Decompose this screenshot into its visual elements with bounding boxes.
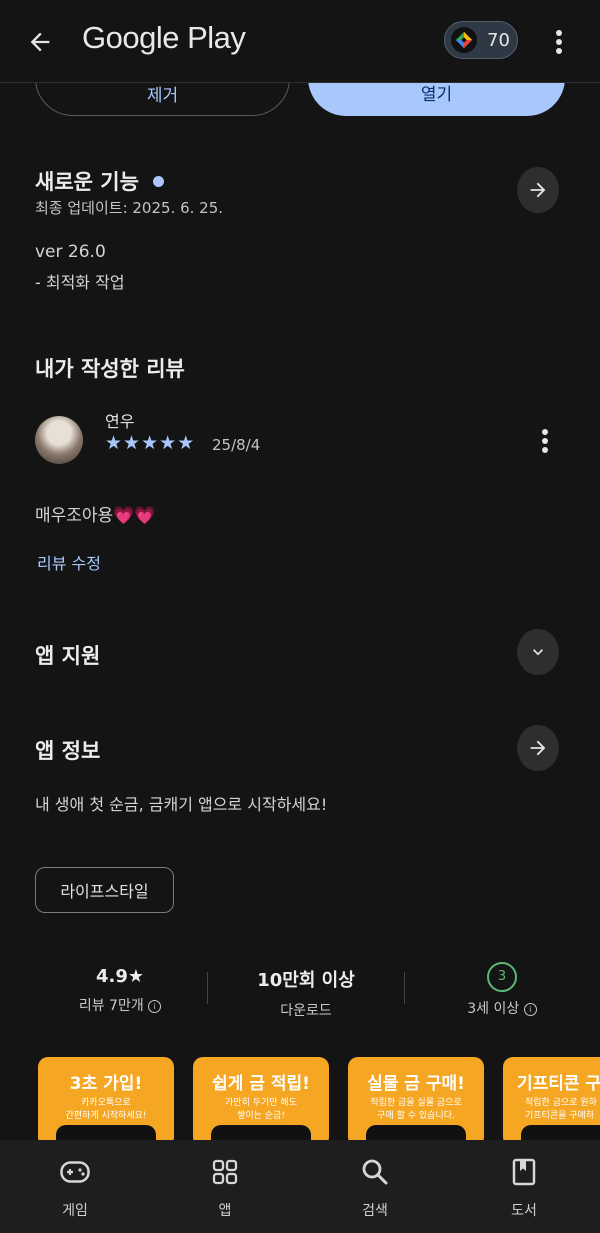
downloads-label: 다운로드	[280, 1003, 332, 1019]
review-count: 리뷰 7만개	[78, 998, 144, 1014]
rating-stat[interactable]: 4.9★ 리뷰 7만개 i	[40, 966, 200, 1015]
screenshot-card[interactable]: 실물 금 구매! 적립한 금을 실물 금으로 구매 할 수 있습니다.	[348, 1057, 484, 1147]
star-icon: ★	[159, 432, 177, 454]
rating-value: 4.9★	[95, 966, 145, 987]
apps-grid-icon	[185, 1152, 265, 1192]
version-text: ver 26.0	[35, 242, 106, 262]
gamepad-icon	[35, 1152, 115, 1192]
screenshot-title: 실물 금 구매!	[367, 1074, 465, 1094]
screenshot-title: 기프티콘 구	[517, 1074, 600, 1094]
nav-item-books[interactable]: 도서	[484, 1152, 564, 1220]
screenshot-title: 쉽게 금 적립!	[212, 1074, 310, 1094]
whats-new-title: 새로운 기능	[35, 170, 139, 194]
screenshot-card[interactable]: 3초 가입! 카카오톡으로 간편하게 시작하세요!	[38, 1057, 174, 1147]
book-icon	[484, 1152, 564, 1192]
age-label: 3세 이상	[467, 1001, 520, 1017]
app-support-expand-button[interactable]	[517, 629, 559, 675]
app-info-arrow-button[interactable]	[517, 725, 559, 771]
review-text: 매우조아용💗💗	[35, 506, 156, 526]
screenshot-card[interactable]: 쉽게 금 적립! 가만히 두기만 해도 쌓이는 순금!	[193, 1057, 329, 1147]
back-arrow-icon[interactable]	[20, 22, 60, 62]
nav-label-books: 도서	[511, 1203, 537, 1219]
app-description: 내 생애 첫 순금, 금캐기 앱으로 시작하세요!	[35, 795, 328, 814]
star-icon: ★	[123, 432, 141, 454]
arrow-right-icon	[530, 740, 546, 756]
play-points-badge[interactable]: 70	[444, 21, 518, 59]
screenshot-card[interactable]: 기프티콘 구 적립한 금으로 원하 기프티콘을 구매하	[503, 1057, 600, 1147]
star-icon: ★	[105, 432, 123, 454]
nav-label-games: 게임	[62, 1203, 88, 1219]
chevron-down-icon	[533, 649, 543, 656]
screenshot-subtitle: 카카오톡으로 간편하게 시작하세요!	[65, 1098, 147, 1121]
my-review-title: 내가 작성한 리뷰	[35, 357, 185, 381]
google-play-logo-text: Google Play	[82, 20, 246, 55]
app-info-title[interactable]: 앱 정보	[35, 735, 100, 765]
last-updated: 최종 업데이트: 2025. 6. 25.	[35, 199, 224, 217]
edit-review-link[interactable]: 리뷰 수정	[37, 550, 101, 574]
info-icon: i	[523, 1002, 537, 1016]
whats-new-arrow-button[interactable]	[517, 167, 559, 213]
review-stars: ★★★★★	[105, 432, 195, 454]
nav-item-apps[interactable]: 앱	[185, 1152, 265, 1220]
open-label: 열기	[420, 85, 453, 105]
review-more-options-icon[interactable]	[541, 428, 553, 454]
screenshot-subtitle: 가만히 두기만 해도 쌓이는 순금!	[225, 1098, 297, 1121]
more-options-icon[interactable]	[545, 24, 573, 60]
update-note: - 최적화 작업	[35, 273, 125, 292]
nav-item-search[interactable]: 검색	[335, 1152, 415, 1220]
avatar	[35, 416, 83, 464]
downloads-stat: 10만회 이상 다운로드	[226, 966, 386, 1020]
nav-label-search: 검색	[362, 1203, 388, 1219]
arrow-right-icon	[530, 182, 546, 198]
review-date: 25/8/4	[212, 436, 261, 454]
whats-new-header[interactable]: 새로운 기능	[35, 166, 164, 196]
category-chip[interactable]: 라이프스타일	[35, 867, 174, 913]
screenshot-subtitle: 적립한 금을 실물 금으로 구매 할 수 있습니다.	[370, 1098, 462, 1121]
points-count: 70	[487, 29, 510, 51]
new-dot-indicator	[152, 175, 164, 187]
play-points-icon	[451, 27, 477, 53]
uninstall-label: 제거	[146, 86, 179, 106]
star-icon: ★	[177, 432, 195, 454]
stat-divider	[404, 972, 405, 1004]
screenshot-subtitle: 적립한 금으로 원하 기프티콘을 구매하	[525, 1098, 597, 1121]
age-rating-stat[interactable]: 3 3세 이상 i	[422, 962, 582, 1018]
star-icon: ★	[141, 432, 159, 454]
screenshot-title: 3초 가입!	[69, 1074, 143, 1094]
stat-divider	[207, 972, 208, 1004]
nav-label-apps: 앱	[218, 1203, 232, 1219]
review-author: 연우	[105, 412, 135, 431]
app-support-title[interactable]: 앱 지원	[35, 640, 100, 670]
search-icon	[335, 1152, 415, 1192]
age-badge: 3	[487, 962, 517, 992]
info-icon: i	[148, 999, 162, 1013]
nav-item-games[interactable]: 게임	[35, 1152, 115, 1220]
downloads-value: 10만회 이상	[257, 970, 355, 991]
